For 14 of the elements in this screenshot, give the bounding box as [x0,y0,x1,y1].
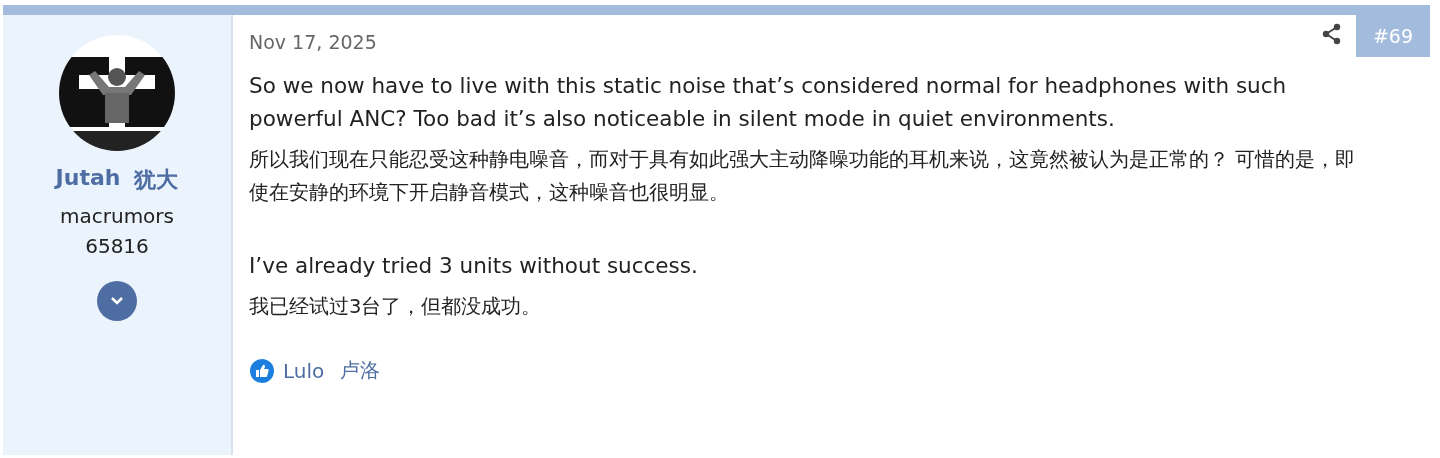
reaction-user-translation: 卢洛 [340,357,381,384]
expand-button[interactable] [97,281,137,321]
post-date[interactable]: Nov 17, 2025 [249,29,377,55]
username[interactable]: Jutah [55,165,121,195]
post-paragraph: I’ve already tried 3 units without success. [249,252,699,280]
user-title: macrumors 65816 [60,203,174,260]
share-icon[interactable] [1322,23,1342,45]
like-icon [249,357,275,384]
username-translation: 犹大 [134,166,179,194]
reaction-user[interactable]: Lulo [283,358,325,383]
chevron-down-icon [110,296,124,306]
translated-paragraph: 我已经试过3台了，但都没成功。 [249,294,543,320]
post-paragraph: So we now have to live with this static noise that’s considered normal for headphones with such powerful ANC? Too bad it’s also noticeable in silent mode in quiet environments. [249,72,1288,133]
translated-paragraph: 所以我们现在只能忍受这种静电噪音，而对于具有如此强大主动降噪功能的耳机来说，这竟然被认为是正常的？ 可惜的是，即使在安静的环境下开启静音模式，这种噪音也很明显。 [249,147,1357,206]
